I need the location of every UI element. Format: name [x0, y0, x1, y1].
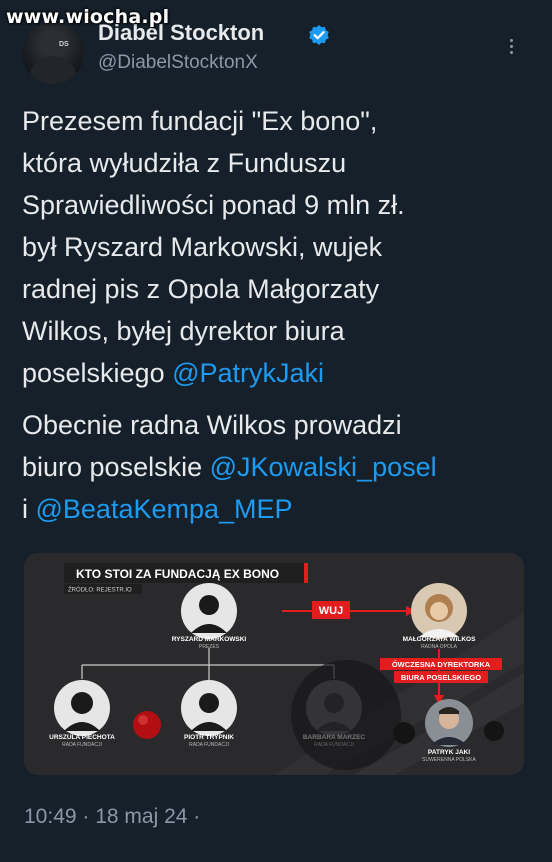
- person-role: RADA FUNDACJI: [189, 742, 229, 748]
- tweet-text-fragment: i: [22, 494, 36, 524]
- person-name: RYSZARD MARKOWSKI: [172, 636, 247, 643]
- person-name: PIOTR TRYPNIK: [184, 734, 234, 741]
- avatar[interactable]: DS: [22, 22, 84, 84]
- relation-director-line1: ÓWCZESNA DYREKTORKA: [392, 660, 491, 669]
- author-handle[interactable]: @DiabelStocktonX: [98, 52, 258, 74]
- person-role: PREZES: [199, 644, 220, 650]
- mention-link[interactable]: @JKowalski_posel: [210, 452, 437, 482]
- tweet-text-fragment: poselskiego: [22, 358, 173, 388]
- tweet-line: poselskiego @PatrykJaki: [22, 352, 532, 394]
- attached-image[interactable]: KTO STOI ZA FUNDACJĄ EX BONO ŹRÓDŁO: REJ…: [24, 553, 524, 775]
- tweet-line: radnej pis z Opola Małgorzaty: [22, 274, 380, 304]
- person-role: SUWERENNA POLSKA: [422, 757, 476, 763]
- watermark: www.wiocha.pl: [6, 6, 170, 28]
- person-role: RADA FUNDACJI: [62, 742, 102, 748]
- avatar-body: [30, 56, 76, 84]
- tweet-timestamp[interactable]: 10:49 · 18 maj 24 ·: [24, 805, 200, 829]
- tweet-line: Obecnie radna Wilkos prowadzi: [22, 410, 402, 440]
- tweet-text-fragment: biuro poselskie: [22, 452, 210, 482]
- relation-uncle-label: WUJ: [319, 605, 343, 617]
- person-name: PATRYK JAKI: [428, 749, 470, 756]
- person-role: RADA FUNDACJI: [314, 742, 354, 748]
- tweet-paragraph-1: Prezesem fundacji "Ex bono", która wyłud…: [22, 100, 532, 394]
- tweet-text: Prezesem fundacji "Ex bono", która wyłud…: [22, 100, 532, 540]
- mention-link[interactable]: @PatrykJaki: [172, 358, 324, 388]
- tweet-line: Wilkos, byłej dyrektor biura: [22, 316, 345, 346]
- tweet-line: i @BeataKempa_MEP: [22, 488, 532, 530]
- avatar-initials: DS: [59, 41, 69, 48]
- tweet-line: był Ryszard Markowski, wujek: [22, 232, 383, 262]
- relation-director-line2: BIURA POSELSKIEGO: [401, 673, 481, 682]
- tweet-line: biuro poselskie @JKowalski_posel: [22, 446, 532, 488]
- more-options-icon[interactable]: [502, 36, 520, 58]
- mention-link[interactable]: @BeataKempa_MEP: [36, 494, 293, 524]
- person-name: MAŁGORZATA WILKOS: [403, 636, 476, 643]
- graphic-source: ŹRÓDŁO: REJESTR.IO: [68, 587, 132, 594]
- verified-badge-icon: [309, 25, 329, 45]
- person-role: RADNA OPOLA: [421, 644, 458, 650]
- tweet-line: Sprawiedliwości ponad 9 mln zł.: [22, 190, 405, 220]
- tweet-line: która wyłudziła z Funduszu: [22, 148, 347, 178]
- tweet-line: Prezesem fundacji "Ex bono",: [22, 106, 378, 136]
- graphic-title: KTO STOI ZA FUNDACJĄ EX BONO: [76, 567, 279, 581]
- org-chart-graphic: KTO STOI ZA FUNDACJĄ EX BONO ŹRÓDŁO: REJ…: [24, 553, 524, 775]
- person-name: BARBARA MARZEC: [303, 734, 366, 741]
- person-name: URSZULA PIECHOTA: [49, 734, 115, 741]
- tweet-paragraph-2: Obecnie radna Wilkos prowadzi biuro pose…: [22, 404, 532, 530]
